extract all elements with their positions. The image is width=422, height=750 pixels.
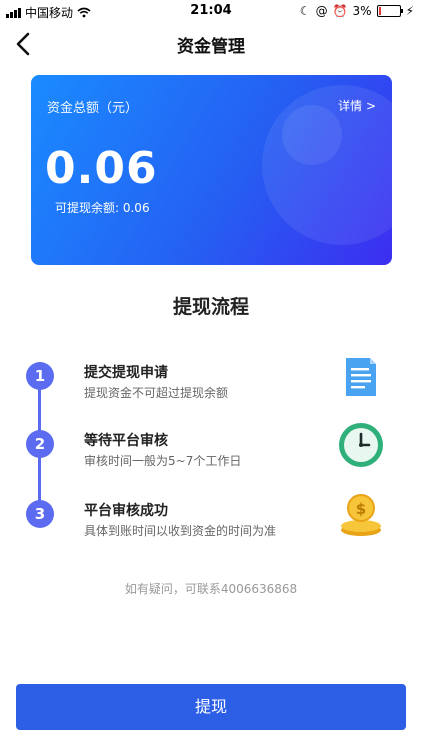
step-number: 3 [26,500,54,528]
step-title: 提交提现申请 [84,365,168,381]
details-link[interactable]: 详情 > [338,97,376,114]
step-subtitle: 审核时间一般为5~7个工作日 [84,454,242,468]
process-step: 3 平台审核成功 具体到账时间以收到资金的时间为准 $ [0,494,422,560]
nav-bar: 资金管理 [0,22,422,66]
step-title: 平台审核成功 [84,503,168,519]
status-bar: 中国移动 21:04 ☾ @ ⏰ 3% ⚡ [0,0,422,22]
available-balance: 可提现余额: 0.06 [55,201,150,215]
step-number: 1 [26,362,54,390]
clock-icon [339,423,383,467]
alarm-icon: ⏰ [332,4,348,18]
charging-icon: ⚡ [405,4,414,18]
svg-text:$: $ [356,500,366,518]
step-subtitle: 提现资金不可超过提现余额 [84,386,229,400]
step-number: 2 [26,430,54,458]
page-title: 资金管理 [177,37,245,57]
card-decoration-small [282,105,342,165]
battery-icon [376,5,403,17]
withdraw-button[interactable]: 提现 [16,684,406,730]
total-funds-label: 资金总额（元） [47,101,139,116]
step-title: 等待平台审核 [84,433,168,449]
battery-percent: 3% [352,4,372,18]
lock-rotation-icon: @ [315,4,328,18]
moon-icon: ☾ [299,4,311,18]
contact-info: 如有疑问，可联系4006636868 [124,582,298,596]
step-subtitle: 具体到账时间以收到资金的时间为准 [84,524,277,538]
process-step: 2 等待平台审核 审核时间一般为5~7个工作日 [0,423,422,490]
balance-card: 资金总额（元） 详情 > 0.06 可提现余额: 0.06 [31,75,392,265]
status-right: ☾ @ ⏰ 3% ⚡ [300,4,414,18]
process-step: 1 提交提现申请 提现资金不可超过提现余额 [0,358,422,422]
document-icon [346,358,376,396]
coins-icon: $ [341,494,381,536]
total-amount: 0.06 [45,143,158,194]
process-title: 提现流程 [172,296,249,318]
